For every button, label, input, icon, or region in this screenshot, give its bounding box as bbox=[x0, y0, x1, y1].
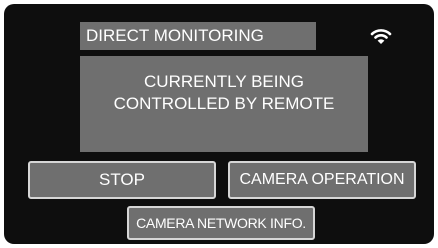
camera-operation-button[interactable]: CAMERA OPERATION bbox=[228, 161, 416, 199]
camera-network-info-button[interactable]: CAMERA NETWORK INFO. bbox=[127, 206, 315, 240]
message-line-1: CURRENTLY BEING bbox=[144, 72, 304, 91]
remote-control-message: CURRENTLY BEING CONTROLLED BY REMOTE bbox=[80, 56, 368, 152]
page-title: DIRECT MONITORING bbox=[80, 22, 316, 50]
stop-button[interactable]: STOP bbox=[28, 161, 216, 199]
camera-screen: DIRECT MONITORING CURRENTLY BEING CONTRO… bbox=[0, 0, 438, 248]
message-line-2: CONTROLLED BY REMOTE bbox=[113, 94, 335, 113]
wifi-icon bbox=[370, 26, 392, 46]
